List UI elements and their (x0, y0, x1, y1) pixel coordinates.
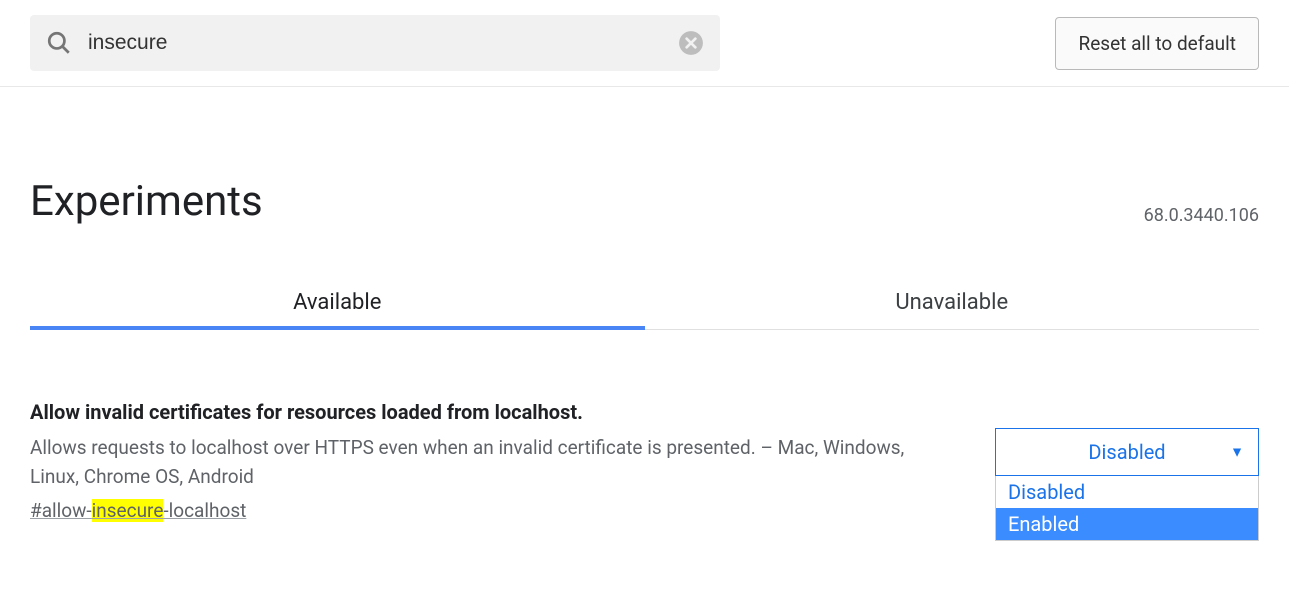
experiment-dropdown[interactable]: Disabled ▼ Disabled Enabled (995, 428, 1259, 476)
search-input[interactable] (88, 31, 668, 55)
experiment-hash-link[interactable]: #allow-insecure-localhost (30, 499, 955, 522)
top-bar: Reset all to default (0, 0, 1289, 87)
reset-all-button[interactable]: Reset all to default (1055, 17, 1259, 70)
experiment-title: Allow invalid certificates for resources… (30, 400, 955, 424)
tab-unavailable[interactable]: Unavailable (645, 276, 1260, 329)
page-title: Experiments (30, 177, 263, 226)
tab-available[interactable]: Available (30, 276, 645, 329)
dropdown-option-disabled[interactable]: Disabled (996, 476, 1258, 508)
dropdown-selected-label: Disabled (1088, 440, 1165, 464)
hash-pre: #allow- (30, 499, 92, 522)
experiment-row: Allow invalid certificates for resources… (30, 400, 1259, 522)
dropdown-selected[interactable]: Disabled ▼ (995, 428, 1259, 476)
content: Experiments 68.0.3440.106 Available Unav… (0, 87, 1289, 522)
version-label: 68.0.3440.106 (1144, 205, 1259, 226)
clear-search-icon[interactable] (678, 30, 704, 56)
dropdown-option-enabled[interactable]: Enabled (996, 508, 1258, 540)
experiment-description: Allows requests to localhost over HTTPS … (30, 434, 955, 491)
experiment-info: Allow invalid certificates for resources… (30, 400, 955, 522)
search-box[interactable] (30, 15, 720, 71)
hash-highlight: insecure (92, 499, 164, 522)
search-icon (46, 30, 72, 56)
header-row: Experiments 68.0.3440.106 (30, 177, 1259, 226)
chevron-down-icon: ▼ (1230, 444, 1244, 461)
hash-post: -localhost (163, 499, 246, 522)
tabs: Available Unavailable (30, 276, 1259, 330)
dropdown-options-list: Disabled Enabled (995, 476, 1259, 541)
